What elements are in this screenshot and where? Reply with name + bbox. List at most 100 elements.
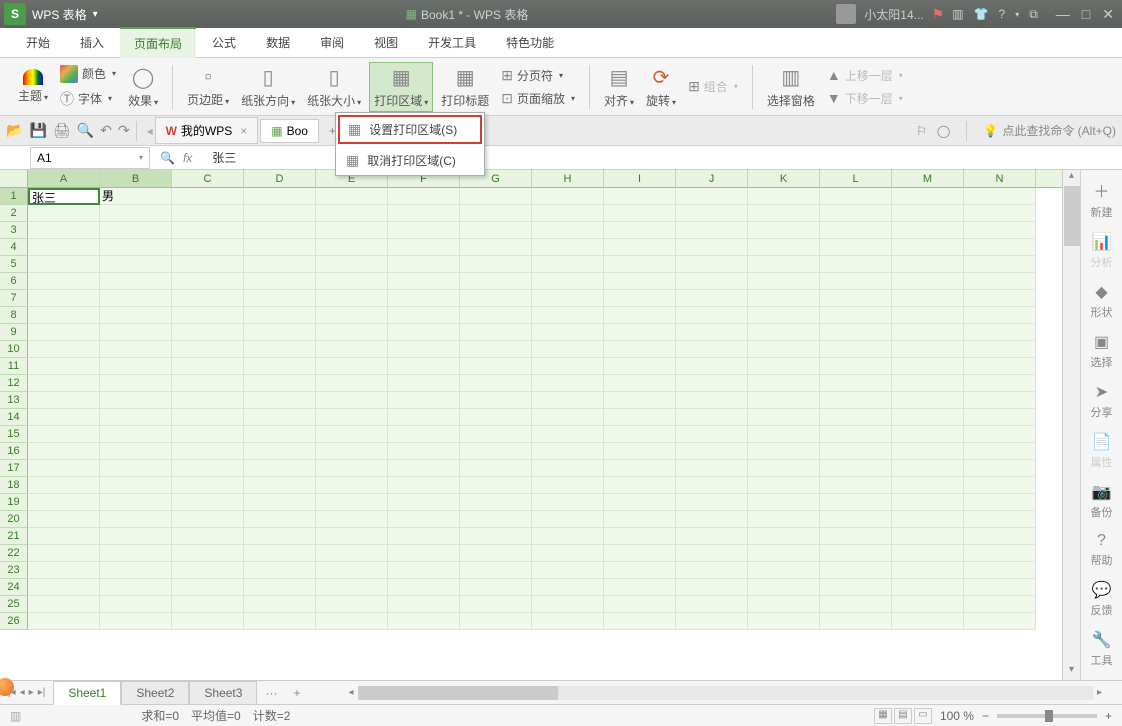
row-header-26[interactable]: 26 (0, 613, 28, 630)
cell-K25[interactable] (748, 596, 820, 613)
menu-item-0[interactable]: 开始 (12, 28, 64, 57)
side-item-6[interactable]: 📷备份 (1091, 482, 1113, 520)
cell-L22[interactable] (820, 545, 892, 562)
cell-F25[interactable] (388, 596, 460, 613)
cell-H7[interactable] (532, 290, 604, 307)
cell-B1[interactable]: 男 (100, 188, 172, 205)
row-header-23[interactable]: 23 (0, 562, 28, 579)
cell-F11[interactable] (388, 358, 460, 375)
cell-E6[interactable] (316, 273, 388, 290)
row-header-10[interactable]: 10 (0, 341, 28, 358)
cell-A2[interactable] (28, 205, 100, 222)
tab-nav-left[interactable]: ◂ (147, 124, 153, 138)
cell-N16[interactable] (964, 443, 1036, 460)
cell-H2[interactable] (532, 205, 604, 222)
cell-D24[interactable] (244, 579, 316, 596)
name-box[interactable]: A1 ▾ (30, 147, 150, 169)
cell-M9[interactable] (892, 324, 964, 341)
cell-M2[interactable] (892, 205, 964, 222)
hscroll-thumb[interactable] (358, 686, 558, 700)
cell-K7[interactable] (748, 290, 820, 307)
cell-I6[interactable] (604, 273, 676, 290)
help-dropdown[interactable]: ▾ (1015, 10, 1019, 19)
cell-D19[interactable] (244, 494, 316, 511)
cell-M16[interactable] (892, 443, 964, 460)
cell-A13[interactable] (28, 392, 100, 409)
cell-G19[interactable] (460, 494, 532, 511)
row-header-6[interactable]: 6 (0, 273, 28, 290)
cell-L21[interactable] (820, 528, 892, 545)
cell-K11[interactable] (748, 358, 820, 375)
row-header-18[interactable]: 18 (0, 477, 28, 494)
cell-N20[interactable] (964, 511, 1036, 528)
cell-K23[interactable] (748, 562, 820, 579)
cell-F5[interactable] (388, 256, 460, 273)
cell-G7[interactable] (460, 290, 532, 307)
cell-J20[interactable] (676, 511, 748, 528)
cell-I19[interactable] (604, 494, 676, 511)
cell-C20[interactable] (172, 511, 244, 528)
cell-B8[interactable] (100, 307, 172, 324)
theme-button[interactable]: 主题▾ (14, 67, 52, 106)
cell-F3[interactable] (388, 222, 460, 239)
cell-G8[interactable] (460, 307, 532, 324)
cell-B15[interactable] (100, 426, 172, 443)
cell-G4[interactable] (460, 239, 532, 256)
cell-I3[interactable] (604, 222, 676, 239)
zoom-out[interactable]: − (982, 709, 989, 723)
cell-J8[interactable] (676, 307, 748, 324)
command-search[interactable]: 💡 点此查找命令 (Alt+Q) (983, 122, 1116, 139)
cell-L5[interactable] (820, 256, 892, 273)
size-button[interactable]: ▯ 纸张大小▾ (303, 63, 365, 111)
cell-D17[interactable] (244, 460, 316, 477)
cell-H25[interactable] (532, 596, 604, 613)
cell-E21[interactable] (316, 528, 388, 545)
sheet-nav-prev[interactable]: ◂ (20, 687, 25, 698)
cell-L4[interactable] (820, 239, 892, 256)
cell-E10[interactable] (316, 341, 388, 358)
cell-G6[interactable] (460, 273, 532, 290)
cell-D14[interactable] (244, 409, 316, 426)
col-header-C[interactable]: C (172, 170, 244, 187)
app-menu-dropdown[interactable]: ▾ (93, 9, 98, 20)
cell-F8[interactable] (388, 307, 460, 324)
cell-E16[interactable] (316, 443, 388, 460)
cell-N2[interactable] (964, 205, 1036, 222)
sheet-tab-add[interactable]: + (285, 682, 308, 704)
cell-F7[interactable] (388, 290, 460, 307)
cell-C10[interactable] (172, 341, 244, 358)
cell-A25[interactable] (28, 596, 100, 613)
cell-F2[interactable] (388, 205, 460, 222)
cell-D6[interactable] (244, 273, 316, 290)
cell-K19[interactable] (748, 494, 820, 511)
cell-K6[interactable] (748, 273, 820, 290)
cell-D25[interactable] (244, 596, 316, 613)
cell-L25[interactable] (820, 596, 892, 613)
cell-E8[interactable] (316, 307, 388, 324)
cell-F20[interactable] (388, 511, 460, 528)
view-reading[interactable]: ▭ (914, 708, 932, 724)
cell-D15[interactable] (244, 426, 316, 443)
cell-J10[interactable] (676, 341, 748, 358)
cell-G23[interactable] (460, 562, 532, 579)
cell-F10[interactable] (388, 341, 460, 358)
cell-A20[interactable] (28, 511, 100, 528)
redo-icon[interactable]: ↷ (118, 122, 130, 139)
cell-D9[interactable] (244, 324, 316, 341)
cell-B17[interactable] (100, 460, 172, 477)
cell-M13[interactable] (892, 392, 964, 409)
cell-G12[interactable] (460, 375, 532, 392)
cell-F21[interactable] (388, 528, 460, 545)
side-item-4[interactable]: ➤分享 (1091, 382, 1113, 420)
cell-N7[interactable] (964, 290, 1036, 307)
cell-I15[interactable] (604, 426, 676, 443)
cell-I26[interactable] (604, 613, 676, 630)
cell-B11[interactable] (100, 358, 172, 375)
cell-E15[interactable] (316, 426, 388, 443)
effect-button[interactable]: ◯ 效果▾ (124, 63, 162, 111)
cell-C18[interactable] (172, 477, 244, 494)
cell-B12[interactable] (100, 375, 172, 392)
cell-D1[interactable] (244, 188, 316, 205)
menu-item-4[interactable]: 数据 (252, 28, 304, 57)
cell-A12[interactable] (28, 375, 100, 392)
